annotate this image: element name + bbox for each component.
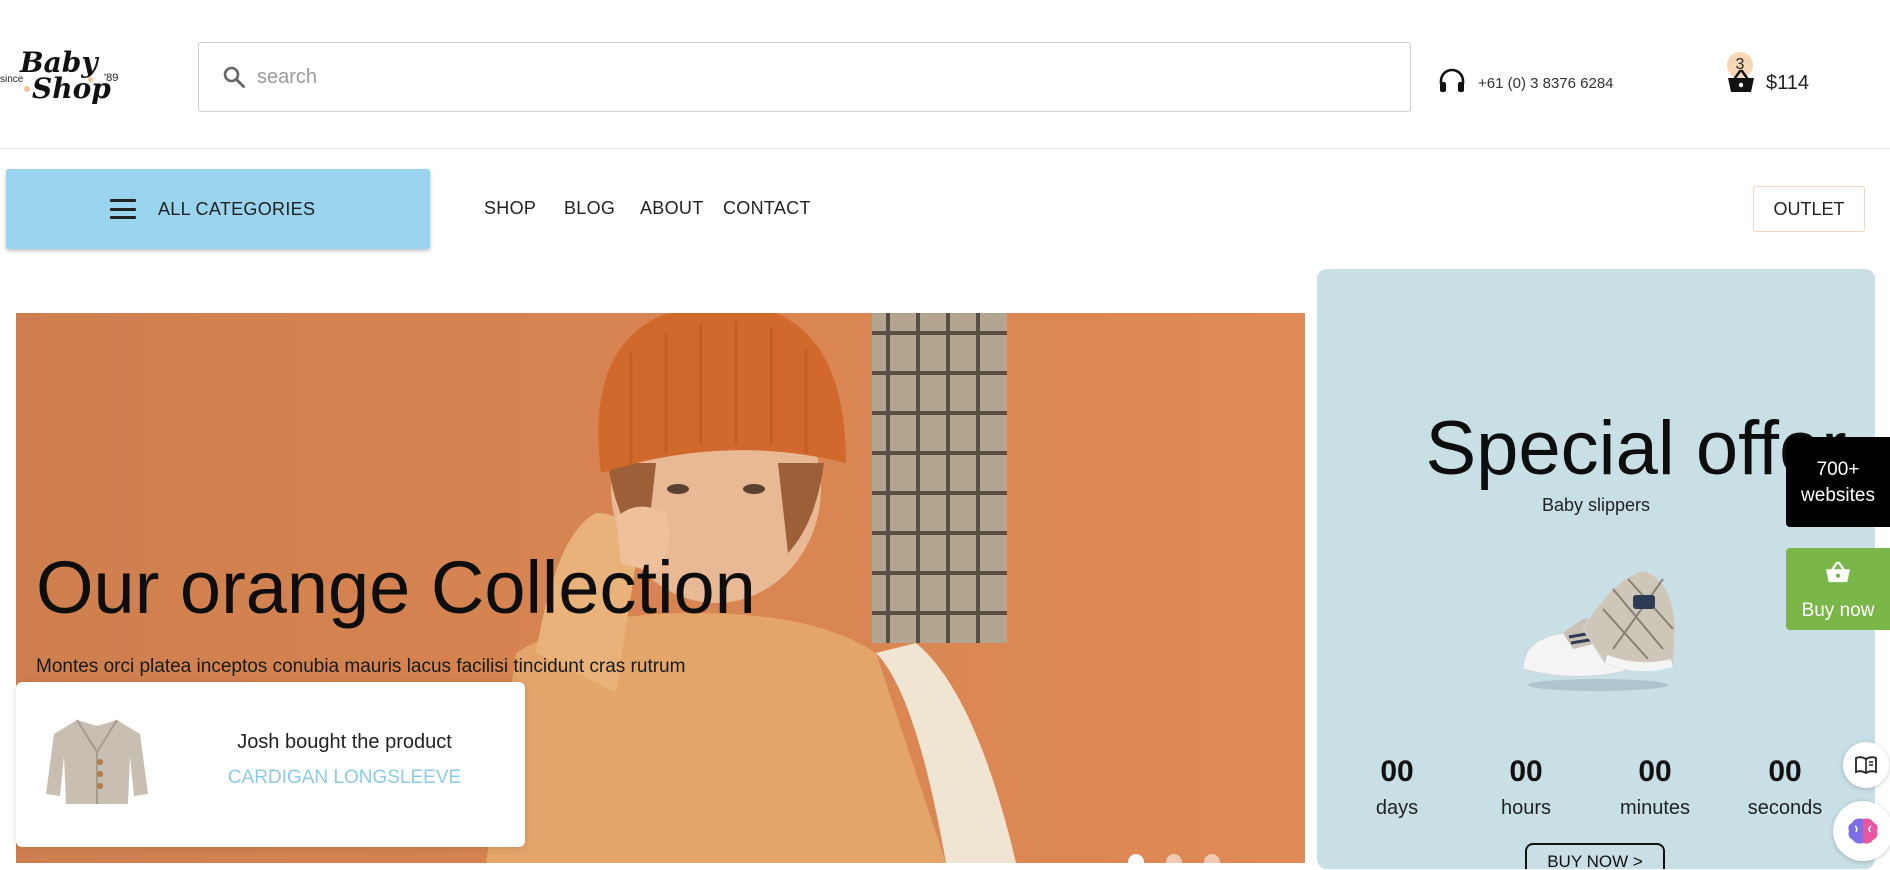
- slider-dot[interactable]: [1128, 854, 1144, 870]
- countdown-unit: hours: [1500, 797, 1552, 819]
- cart-total: $114: [1766, 72, 1810, 94]
- slider-dot[interactable]: [1204, 854, 1220, 870]
- countdown-days: 00 days: [1337, 755, 1457, 820]
- countdown-unit: minutes: [1619, 797, 1691, 819]
- support-phone[interactable]: +61 (0) 3 8376 6284: [1438, 68, 1614, 99]
- search-bar: [198, 42, 1411, 112]
- cart-button[interactable]: 3 $114: [1724, 52, 1844, 96]
- nav-item-about[interactable]: ABOUT: [640, 198, 704, 219]
- countdown-unit: days: [1375, 797, 1419, 819]
- buy-now-widget[interactable]: Buy now: [1786, 548, 1890, 630]
- baby-shop-logo[interactable]: since Baby Shop '89: [0, 46, 130, 116]
- site-header: since Baby Shop '89 +61 (0) 3 8376 6284 …: [0, 0, 1890, 149]
- offer-buy-now-button[interactable]: BUY NOW >: [1525, 843, 1665, 869]
- search-icon[interactable]: [219, 62, 249, 92]
- websites-label: websites: [1801, 485, 1875, 506]
- search-input[interactable]: [257, 65, 1357, 89]
- countdown-value: 00: [1509, 755, 1543, 788]
- nav-item-blog[interactable]: BLOG: [564, 198, 615, 219]
- slider-dots: [1128, 854, 1220, 870]
- all-categories-label: ALL CATEGORIES: [158, 198, 316, 219]
- all-categories-button[interactable]: ALL CATEGORIES: [6, 169, 430, 249]
- phone-number: +61 (0) 3 8376 6284: [1478, 75, 1614, 92]
- countdown-hours: 00 hours: [1466, 755, 1586, 820]
- logo-year: '89: [104, 72, 119, 84]
- countdown-minutes: 00 minutes: [1595, 755, 1715, 820]
- recent-purchase-toast[interactable]: Josh bought the product CARDIGAN LONGSLE…: [16, 682, 525, 847]
- nav-item-contact[interactable]: CONTACT: [723, 198, 811, 219]
- logo-word-shop: Shop: [32, 72, 111, 105]
- headset-icon: [1438, 68, 1466, 99]
- websites-promo-widget[interactable]: 700+ websites: [1786, 437, 1890, 527]
- logo-dot: [24, 86, 30, 92]
- outlet-button[interactable]: OUTLET: [1753, 186, 1865, 232]
- toast-product-link[interactable]: CARDIGAN LONGSLEEVE: [16, 767, 525, 789]
- hero-title: Our orange Collection: [36, 546, 756, 629]
- countdown-unit: seconds: [1747, 797, 1823, 819]
- buy-now-label: Buy now: [1801, 600, 1875, 621]
- book-icon[interactable]: [1843, 742, 1889, 788]
- countdown-seconds: 00 seconds: [1725, 755, 1845, 820]
- cardigan-thumbnail: [46, 719, 148, 804]
- countdown-value: 00: [1768, 755, 1802, 788]
- toast-message: Josh bought the product: [237, 731, 452, 753]
- basket-icon: [1786, 560, 1890, 586]
- baby-slippers-image: [1522, 570, 1676, 691]
- countdown-value: 00: [1638, 755, 1672, 788]
- logo-dot: [88, 77, 93, 82]
- menu-icon: [110, 199, 136, 219]
- countdown-value: 00: [1380, 755, 1414, 788]
- nav-item-shop[interactable]: SHOP: [484, 198, 536, 219]
- slider-dot[interactable]: [1166, 854, 1182, 870]
- basket-icon: [1726, 68, 1756, 99]
- websites-count: 700+: [1816, 459, 1860, 480]
- hero-subtitle: Montes orci platea inceptos conubia maur…: [36, 656, 686, 677]
- brain-assistant-icon[interactable]: [1833, 801, 1890, 861]
